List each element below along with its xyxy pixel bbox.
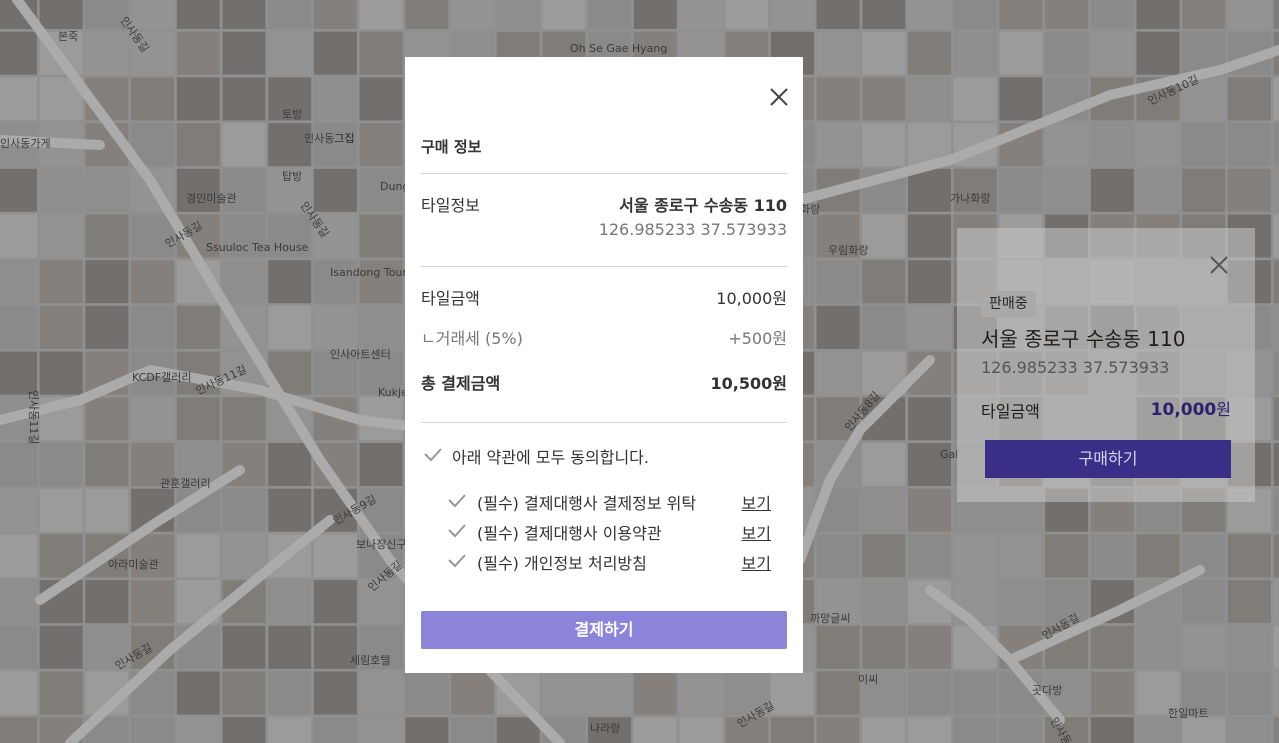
pay-button[interactable]: 결제하기 (421, 611, 787, 649)
term-checkbox[interactable] (448, 494, 466, 508)
term-view-link[interactable]: 보기 (742, 490, 771, 514)
term-label[interactable]: (필수) 개인정보 처리방침 (477, 550, 647, 574)
term-checkbox[interactable] (448, 554, 466, 568)
tile-price-unit: 원 (1216, 400, 1231, 419)
tile-info-label: 타일정보 (421, 196, 480, 215)
term-label[interactable]: (필수) 결제대행사 결제정보 위탁 (477, 490, 696, 514)
close-icon[interactable] (1208, 254, 1230, 276)
tax-label: ㄴ거래세 (5%) (421, 329, 523, 348)
term-view-link[interactable]: 보기 (742, 520, 771, 544)
divider (421, 173, 787, 174)
close-icon[interactable] (767, 85, 791, 109)
tile-address: 서울 종로구 수송동 110 (619, 196, 787, 215)
agree-all-checkbox[interactable] (424, 448, 442, 462)
divider (421, 266, 787, 267)
tax-value: +500원 (728, 329, 787, 348)
divider (421, 422, 787, 423)
modal-title: 구매 정보 (421, 138, 482, 156)
tile-price: 10,000원 (1151, 396, 1231, 420)
total-label: 총 결제금액 (421, 374, 501, 393)
tile-price-number: 10,000 (1150, 400, 1217, 420)
tile-price: 10,000원 (716, 289, 787, 308)
term-view-link[interactable]: 보기 (742, 550, 771, 574)
tile-address: 서울 종로구 수송동 110 (981, 327, 1186, 351)
tile-price-label: 타일금액 (981, 402, 1040, 421)
purchase-modal: 구매 정보 타일정보 서울 종로구 수송동 110 126.985233 37.… (405, 57, 803, 673)
term-label[interactable]: (필수) 결제대행사 이용약관 (477, 520, 662, 544)
tile-coordinates: 126.985233 37.573933 (598, 220, 787, 239)
agree-all-label[interactable]: 아래 약관에 모두 동의합니다. (452, 444, 649, 468)
status-badge: 판매중 (981, 291, 1036, 317)
buy-button[interactable]: 구매하기 (985, 440, 1231, 478)
total-value: 10,500원 (710, 374, 787, 393)
term-checkbox[interactable] (448, 524, 466, 538)
tile-price-label: 타일금액 (421, 289, 480, 308)
tile-coordinates: 126.985233 37.573933 (981, 358, 1170, 377)
